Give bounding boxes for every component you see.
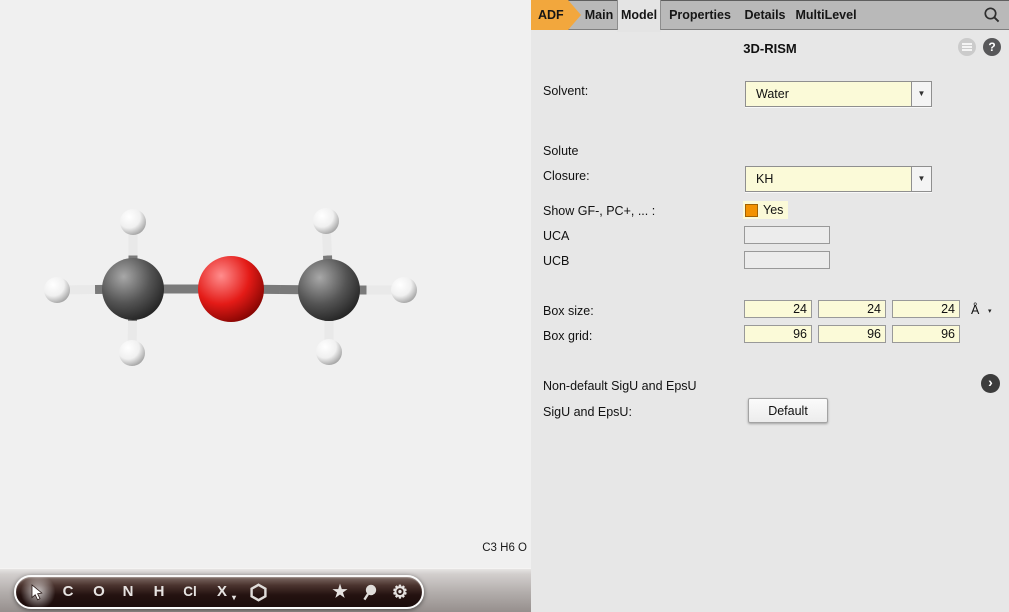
panel-title: 3D-RISM [531, 41, 1009, 56]
show-gf-checkbox[interactable] [745, 204, 758, 217]
closure-label: Closure: [543, 169, 590, 183]
box-size-y-input[interactable] [818, 300, 886, 318]
tab-model[interactable]: Model [617, 0, 661, 30]
molecular-formula: C3 H6 O [482, 542, 527, 554]
molecule-3d-model[interactable] [0, 0, 531, 568]
element-button-c[interactable]: C [56, 577, 80, 607]
box-grid-label: Box grid: [543, 329, 592, 343]
ucb-input[interactable] [744, 251, 830, 269]
show-gf-value: Yes [763, 203, 783, 217]
star-tool-icon[interactable]: ★ [328, 577, 352, 607]
tab-main[interactable]: Main [581, 0, 617, 30]
element-button-h[interactable]: H [147, 577, 171, 607]
settings-gear-icon[interactable]: ⚙ [388, 577, 412, 607]
sigu-label: SigU and EpsU: [543, 405, 632, 419]
select-cursor-icon[interactable] [25, 577, 49, 607]
closure-value: KH [746, 167, 911, 191]
element-toolbar: C O N H Cl X ▾ ★ [14, 575, 424, 609]
ucb-label: UCB [543, 254, 569, 268]
box-size-label: Box size: [543, 304, 594, 318]
show-gf-label: Show GF-, PC+, ... : [543, 204, 655, 218]
uca-input[interactable] [744, 226, 830, 244]
viewer-toolbar-strip: C O N H Cl X ▾ ★ [0, 568, 531, 612]
tab-adf[interactable]: ADF [531, 0, 581, 30]
solvent-label: Solvent: [543, 84, 588, 98]
nondefault-sigu-label: Non-default SigU and EpsU [543, 379, 697, 393]
closure-dropdown[interactable]: KH ▼ [745, 166, 932, 192]
element-button-o[interactable]: O [87, 577, 111, 607]
molecule-viewer[interactable]: C3 H6 O C O N H Cl X ▾ [0, 0, 531, 612]
tab-details[interactable]: Details [739, 0, 791, 30]
tab-properties[interactable]: Properties [661, 0, 739, 30]
tab-multilevel[interactable]: MultiLevel [791, 0, 861, 30]
unit-dropdown-caret-icon[interactable]: ▾ [988, 307, 992, 315]
dropdown-arrow-icon[interactable]: ▼ [911, 82, 931, 106]
box-size-unit[interactable]: Å [971, 303, 979, 317]
solute-section-label: Solute [543, 144, 578, 158]
solvent-value: Water [746, 82, 911, 106]
box-grid-x-input[interactable] [744, 325, 812, 343]
input-panel: ADF Main Model Properties Details MultiL… [531, 0, 1009, 612]
search-icon[interactable] [983, 6, 1001, 24]
ring-tool-icon[interactable] [246, 577, 270, 607]
box-size-z-input[interactable] [892, 300, 960, 318]
app-window: C3 H6 O C O N H Cl X ▾ [0, 0, 1009, 612]
sigu-default-button[interactable]: Default [748, 398, 828, 423]
tab-bar: ADF Main Model Properties Details MultiL… [531, 0, 1009, 30]
element-x-dropdown-arrow-icon[interactable]: ▾ [228, 583, 240, 612]
show-gf-field: Yes [743, 201, 788, 219]
balloon-tool-icon[interactable] [358, 577, 382, 607]
uca-label: UCA [543, 229, 569, 243]
menu-icon[interactable] [958, 38, 976, 56]
solvent-dropdown[interactable]: Water ▼ [745, 81, 932, 107]
element-button-cl[interactable]: Cl [178, 577, 202, 607]
expand-chevron-icon[interactable]: › [981, 374, 1000, 393]
box-grid-y-input[interactable] [818, 325, 886, 343]
element-button-n[interactable]: N [116, 577, 140, 607]
box-size-x-input[interactable] [744, 300, 812, 318]
dropdown-arrow-icon[interactable]: ▼ [911, 167, 931, 191]
help-icon[interactable]: ? [983, 38, 1001, 56]
box-grid-z-input[interactable] [892, 325, 960, 343]
